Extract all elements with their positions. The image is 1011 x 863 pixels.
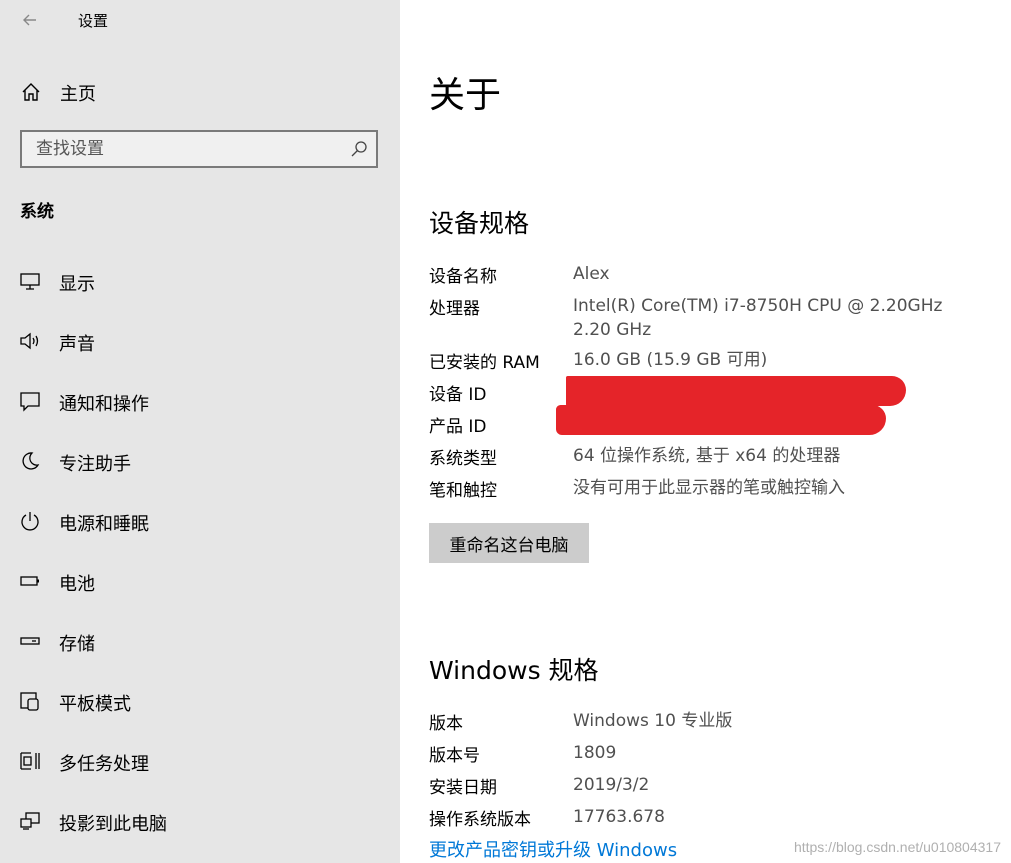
sidebar-item-label: 平板模式 <box>59 694 131 715</box>
sidebar-item-label: 投影到此电脑 <box>59 814 167 835</box>
sidebar-item-notifications[interactable]: 通知和操作 <box>0 381 400 421</box>
multitask-icon <box>19 750 41 772</box>
search-box[interactable] <box>20 130 378 168</box>
power-icon <box>19 510 41 532</box>
sidebar-item-sound[interactable]: 声音 <box>0 321 400 361</box>
spec-value[interactable]: 64 位操作系统, 基于 x64 的处理器 <box>573 444 973 468</box>
change-product-key-link[interactable]: 更改产品密钥或升级 Windows <box>429 836 677 862</box>
sidebar-item-display[interactable]: 显示 <box>0 261 400 301</box>
home-icon <box>20 81 42 103</box>
spec-key: 处理器 <box>429 299 480 319</box>
sidebar-item-storage[interactable]: 存储 <box>0 621 400 661</box>
sidebar-item-power[interactable]: 电源和睡眠 <box>0 501 400 541</box>
redaction-mark <box>556 405 886 435</box>
spec-value[interactable]: 2019/3/2 <box>573 773 973 797</box>
spec-key: 笔和触控 <box>429 481 497 501</box>
sidebar-item-label: 多任务处理 <box>59 754 149 775</box>
sidebar-item-label: 主页 <box>60 84 96 105</box>
spec-value[interactable]: Intel(R) Core(TM) i7-8750H CPU @ 2.20GHz… <box>573 294 963 342</box>
sidebar-item-battery[interactable]: 电池 <box>0 561 400 601</box>
spec-key: 设备名称 <box>429 267 497 287</box>
battery-icon <box>19 570 41 592</box>
sidebar-item-label: 存储 <box>59 634 95 655</box>
spec-key: 版本 <box>429 714 463 734</box>
display-icon <box>19 270 41 292</box>
spec-key: 系统类型 <box>429 449 497 469</box>
sidebar-item-tablet-mode[interactable]: 平板模式 <box>0 681 400 721</box>
sidebar-item-project[interactable]: 投影到此电脑 <box>0 801 400 841</box>
search-icon[interactable] <box>350 140 368 158</box>
device-specs-heading: 设备规格 <box>429 209 530 238</box>
sidebar-item-label: 电源和睡眠 <box>59 514 149 535</box>
rename-pc-button[interactable]: 重命名这台电脑 <box>429 523 589 563</box>
app-title: 设置 <box>78 12 109 30</box>
spec-value[interactable]: Windows 10 专业版 <box>573 709 973 733</box>
search-input[interactable] <box>22 132 346 166</box>
spec-key: 已安装的 RAM <box>429 353 540 373</box>
spec-value[interactable]: 没有可用于此显示器的笔或触控输入 <box>573 476 973 500</box>
spec-value[interactable]: 1809 <box>573 741 973 765</box>
redaction-mark <box>566 376 906 406</box>
speaker-icon <box>19 330 41 352</box>
sidebar-item-label: 通知和操作 <box>59 394 149 415</box>
spec-key: 安装日期 <box>429 778 497 798</box>
sidebar-item-label: 声音 <box>59 334 95 355</box>
storage-icon <box>19 630 41 652</box>
spec-key: 产品 ID <box>429 417 487 437</box>
spec-key: 设备 ID <box>429 385 487 405</box>
spec-value[interactable]: Alex <box>573 262 973 286</box>
sidebar-item-multitasking[interactable]: 多任务处理 <box>0 741 400 781</box>
moon-icon <box>19 450 41 472</box>
project-icon <box>19 810 41 832</box>
sidebar-item-label: 显示 <box>59 274 95 295</box>
watermark-text: https://blog.csdn.net/u010804317 <box>793 839 1001 855</box>
sidebar-item-home[interactable]: 主页 <box>0 74 400 110</box>
spec-key: 版本号 <box>429 746 480 766</box>
spec-value[interactable]: 16.0 GB (15.9 GB 可用) <box>573 348 973 372</box>
sidebar-item-focus-assist[interactable]: 专注助手 <box>0 441 400 481</box>
sidebar: 设置 主页 系统 显示 声音 通知和操作 专注助手 <box>0 0 400 863</box>
page-title: 关于 <box>429 75 502 116</box>
windows-specs-heading: Windows 规格 <box>429 656 599 685</box>
back-arrow-icon[interactable] <box>20 10 40 30</box>
notification-icon <box>19 390 41 412</box>
sidebar-item-label: 电池 <box>59 574 95 595</box>
spec-key: 操作系统版本 <box>429 810 531 830</box>
section-title: 系统 <box>20 202 54 222</box>
spec-value[interactable]: 17763.678 <box>573 805 973 829</box>
main-content: 关于 设备规格 设备名称 Alex 处理器 Intel(R) Core(TM) … <box>400 0 1011 863</box>
sidebar-item-label: 专注助手 <box>59 454 131 475</box>
tablet-icon <box>19 690 41 712</box>
